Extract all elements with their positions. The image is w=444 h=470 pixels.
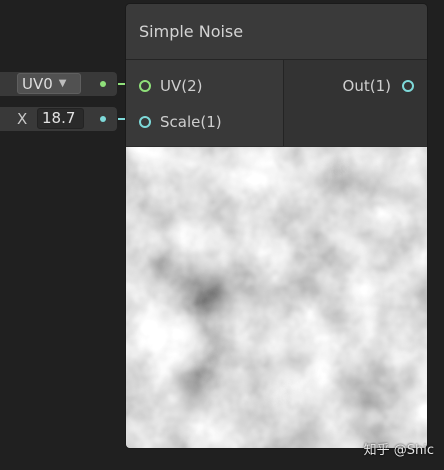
watermark: 知乎 @Shic — [363, 443, 434, 458]
chevron-down-icon: ▼ — [58, 78, 67, 89]
scale-widget-port-dot — [100, 116, 106, 122]
input-port-uv-label: UV(2) — [160, 77, 203, 95]
scale-value-field[interactable]: 18.7 — [37, 108, 84, 129]
output-port-out[interactable]: Out(1) — [343, 75, 414, 97]
scale-axis-label: X — [17, 110, 28, 128]
simple-noise-node[interactable]: Simple Noise UV(2) Scale(1) Out(1) — [126, 4, 427, 448]
uv-input-widget: UV0 ▼ — [0, 72, 117, 96]
uv-widget-port-dot — [100, 81, 106, 87]
node-outputs: Out(1) — [284, 60, 427, 146]
node-inputs: UV(2) Scale(1) — [126, 60, 284, 146]
node-title[interactable]: Simple Noise — [126, 4, 427, 60]
node-ports: UV(2) Scale(1) Out(1) — [126, 60, 427, 146]
output-port-out-label: Out(1) — [342, 77, 391, 95]
input-port-uv[interactable]: UV(2) — [139, 75, 203, 97]
noise-preview-image — [126, 147, 427, 448]
scale-input-widget: X 18.7 — [0, 107, 117, 131]
input-port-scale-label: Scale(1) — [160, 113, 222, 131]
scale-port-icon[interactable] — [139, 116, 151, 128]
noise-preview — [126, 147, 427, 448]
uv-channel-value: UV0 — [22, 74, 53, 93]
out-port-icon[interactable] — [402, 80, 414, 92]
uv-channel-dropdown[interactable]: UV0 ▼ — [17, 73, 81, 94]
uv-port-icon[interactable] — [139, 80, 151, 92]
input-port-scale[interactable]: Scale(1) — [139, 111, 222, 133]
